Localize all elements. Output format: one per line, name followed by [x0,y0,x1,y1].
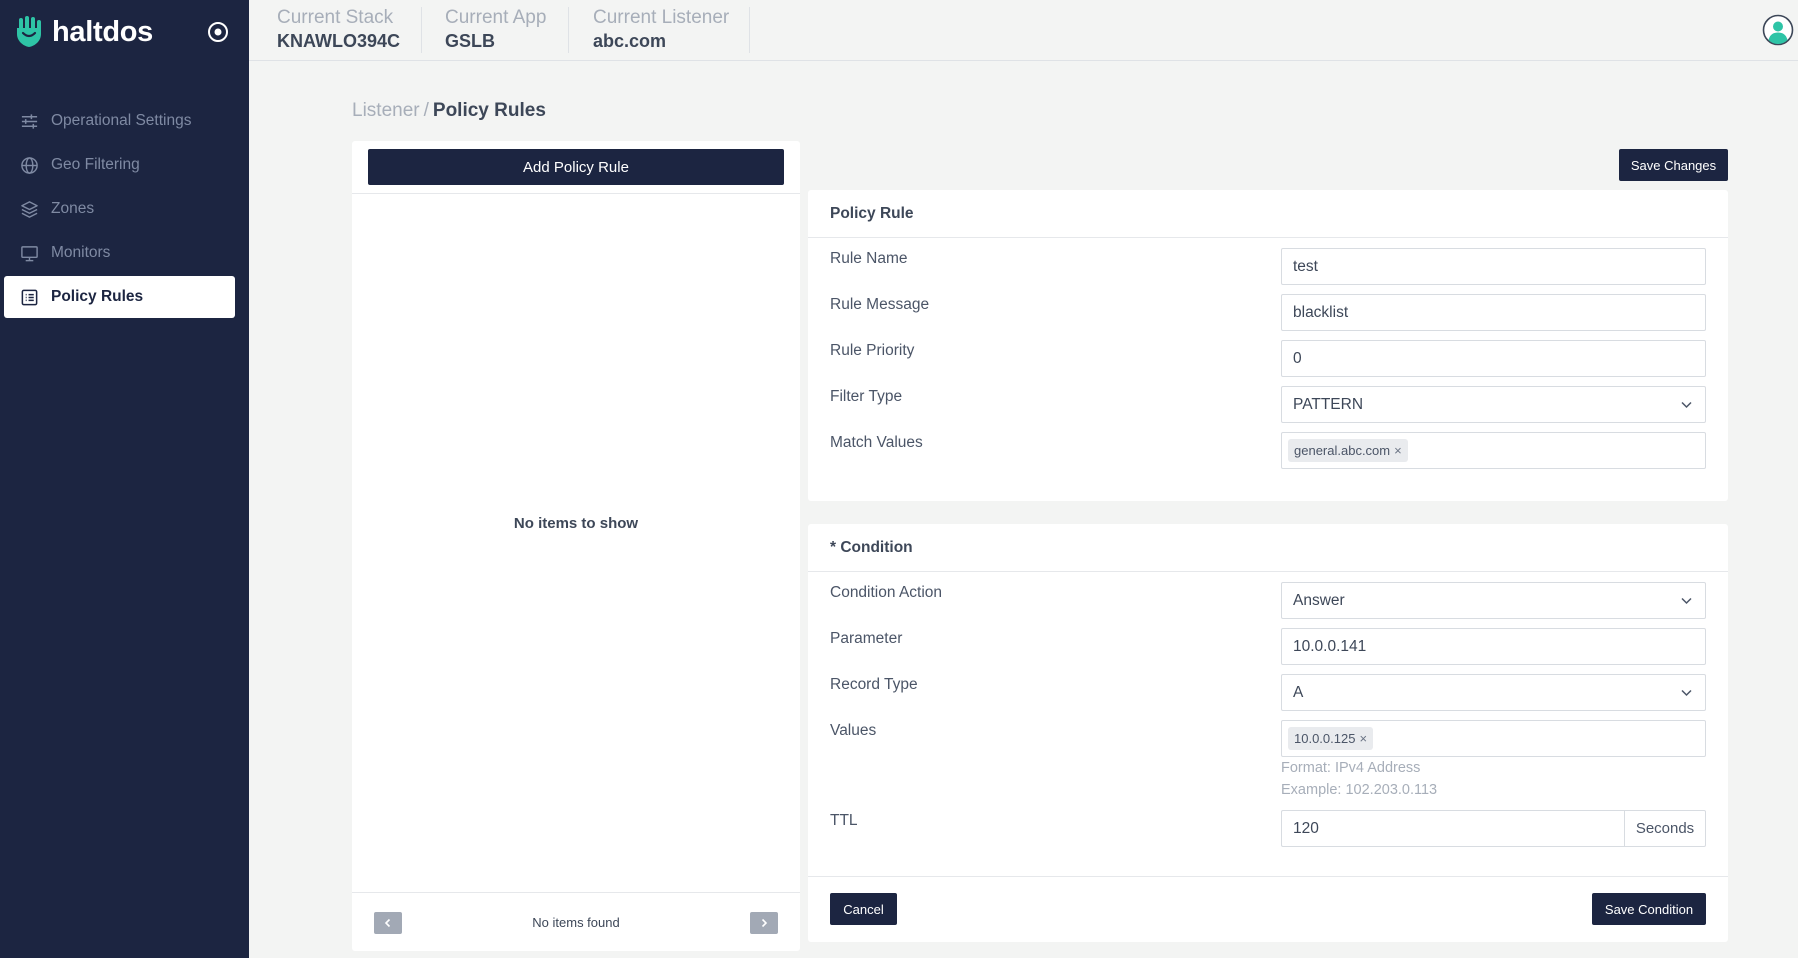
condition-action-value: Answer [1293,591,1345,609]
sidebar-item-operational-settings[interactable]: Operational Settings [4,100,235,142]
header-divider [749,7,750,53]
tag-text: general.abc.com [1294,443,1391,458]
record-type-value: A [1293,683,1304,701]
sliders-icon [21,113,38,129]
condition-action-label: Condition Action [830,584,943,601]
rule-priority-input[interactable] [1281,340,1706,377]
match-values-tag-input[interactable]: general.abc.com × [1281,432,1706,469]
brand-name: haltdos [52,15,154,48]
rule-priority-label: Rule Priority [830,342,915,359]
current-stack-value: KNAWLO394C [277,31,401,51]
current-listener-label: Current Listener [593,7,730,28]
tag-remove-icon[interactable]: × [1394,443,1402,458]
save-condition-button[interactable]: Save Condition [1592,893,1706,925]
divider [352,193,800,194]
chevron-down-icon [1681,597,1692,605]
haltdos-logo-icon [17,16,41,47]
ttl-input[interactable] [1281,810,1624,847]
pager-status: No items found [532,915,620,930]
chevron-down-icon [1681,689,1692,697]
current-stack[interactable]: Current Stack KNAWLO394C [277,7,400,53]
ttl-unit-addon: Seconds [1624,810,1706,847]
current-listener[interactable]: Current Listener abc.com [593,7,729,53]
filter-type-label: Filter Type [830,388,903,405]
condition-card: * Condition Condition Action Answer Para… [808,524,1728,942]
condition-card-title: * Condition [808,524,1728,572]
header-divider [568,7,569,53]
target-settings-icon[interactable] [206,20,230,44]
sidebar-item-label: Policy Rules [51,288,144,305]
globe-icon [21,156,38,174]
condition-action-select[interactable]: Answer [1281,582,1706,619]
sidebar-item-geo-filtering[interactable]: Geo Filtering [4,144,235,186]
divider [808,876,1728,877]
breadcrumb-listener-link[interactable]: Listener [352,100,420,121]
policy-rule-list-panel: Add Policy Rule No items to show No item… [352,141,800,951]
sidebar: haltdos Operational Settings Geo Filteri… [0,0,249,958]
sidebar-nav: Operational Settings Geo Filtering Zones… [4,100,235,320]
rule-message-input[interactable] [1281,294,1706,331]
sidebar-item-label: Zones [51,200,95,217]
current-app[interactable]: Current App GSLB [445,7,546,53]
monitor-icon [21,245,38,261]
add-policy-rule-button[interactable]: Add Policy Rule [368,149,784,185]
list-icon [21,289,38,305]
record-type-label: Record Type [830,676,918,693]
policy-rule-card: Policy Rule Rule Name Rule Message Rule … [808,190,1728,501]
header-divider [421,7,422,53]
tag-remove-icon[interactable]: × [1359,731,1367,746]
current-app-value: GSLB [445,31,496,51]
value-tag: 10.0.0.125 × [1288,727,1374,750]
user-avatar-icon[interactable] [1762,14,1794,46]
rule-name-input[interactable] [1281,248,1706,285]
rule-message-label: Rule Message [830,296,930,313]
sidebar-item-label: Operational Settings [51,112,192,129]
top-header: Current Stack KNAWLO394C Current App GSL… [249,0,1798,61]
match-value-tag: general.abc.com × [1288,439,1408,462]
brand[interactable]: haltdos [14,14,153,50]
match-values-label: Match Values [830,434,923,451]
chevron-right-icon [761,918,768,928]
parameter-input[interactable] [1281,628,1706,665]
values-label: Values [830,722,877,739]
sidebar-item-monitors[interactable]: Monitors [4,232,235,274]
sidebar-item-policy-rules[interactable]: Policy Rules [4,276,235,318]
empty-list-message: No items to show [513,515,639,532]
breadcrumb-separator: / [423,100,429,121]
filter-type-value: PATTERN [1293,395,1364,413]
policy-rule-card-title: Policy Rule [808,190,1728,238]
current-listener-value: abc.com [593,31,667,51]
values-example-hint: Example: 102.203.0.113 [1281,782,1438,798]
sidebar-item-zones[interactable]: Zones [4,188,235,230]
layers-icon [21,200,38,218]
divider [352,892,800,893]
sidebar-item-label: Geo Filtering [51,156,140,173]
current-app-label: Current App [445,7,547,28]
ttl-label: TTL [830,812,858,829]
page-title: Policy Rules [432,100,546,121]
breadcrumb: Listener / Policy Rules [352,100,546,122]
record-type-select[interactable]: A [1281,674,1706,711]
filter-type-select[interactable]: PATTERN [1281,386,1706,423]
parameter-label: Parameter [830,630,903,647]
cancel-button[interactable]: Cancel [830,893,897,925]
sidebar-item-label: Monitors [51,244,111,261]
save-changes-button[interactable]: Save Changes [1619,149,1728,181]
rule-name-label: Rule Name [830,250,908,267]
tag-text: 10.0.0.125 [1294,731,1356,746]
values-tag-input[interactable]: 10.0.0.125 × [1281,720,1706,757]
pager-next-button[interactable] [750,912,778,934]
current-stack-label: Current Stack [277,7,394,28]
values-format-hint: Format: IPv4 Address [1281,760,1421,776]
chevron-down-icon [1681,401,1692,409]
